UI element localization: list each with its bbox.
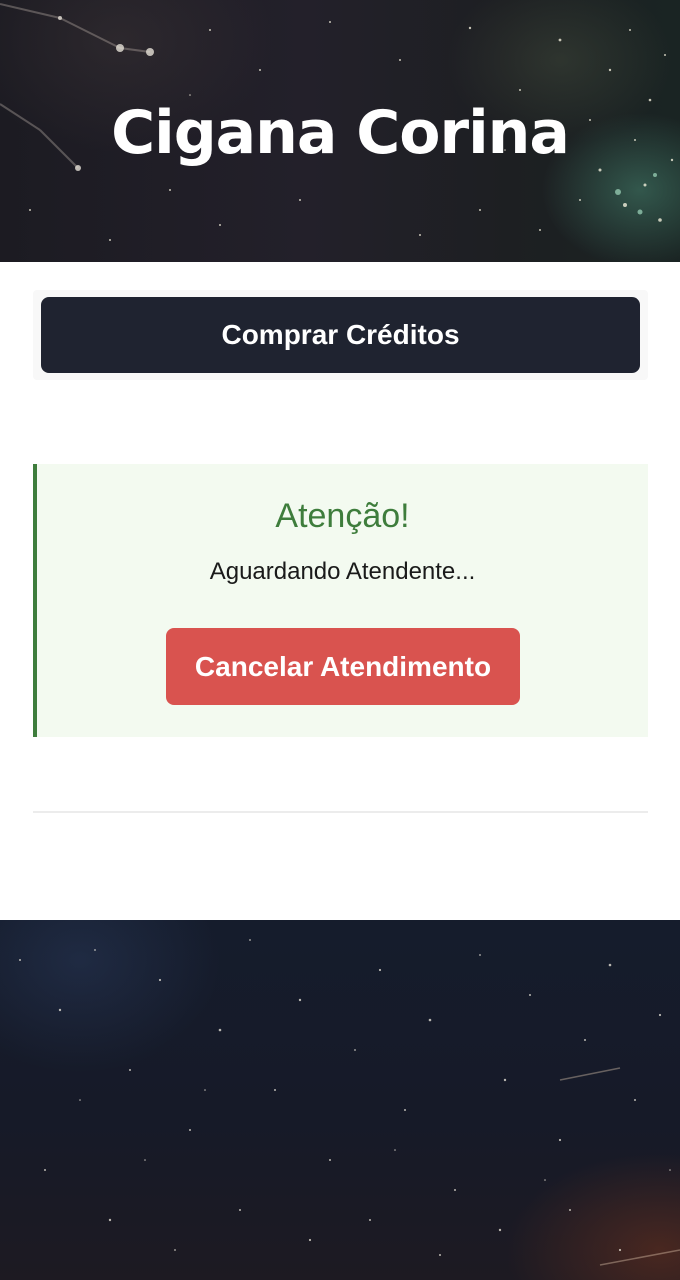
alert-message: Aguardando Atendente... bbox=[209, 558, 476, 585]
buy-credits-button[interactable]: Comprar Créditos bbox=[41, 297, 640, 373]
waiting-alert: Atenção! Aguardando Atendente... Cancela… bbox=[33, 464, 648, 737]
alert-title: Atenção! bbox=[275, 497, 410, 535]
divider bbox=[33, 811, 648, 813]
site-title: Cigana Corina bbox=[111, 98, 570, 168]
header-banner: Cigana Corina bbox=[0, 0, 680, 262]
cancel-service-button[interactable]: Cancelar Atendimento bbox=[166, 628, 520, 705]
buy-credits-container: Comprar Créditos bbox=[33, 290, 648, 380]
starry-sky-footer bbox=[19, 939, 680, 1266]
main-content: Comprar Créditos Atenção! Aguardando Ate… bbox=[0, 262, 680, 920]
starry-background bbox=[0, 920, 680, 1280]
